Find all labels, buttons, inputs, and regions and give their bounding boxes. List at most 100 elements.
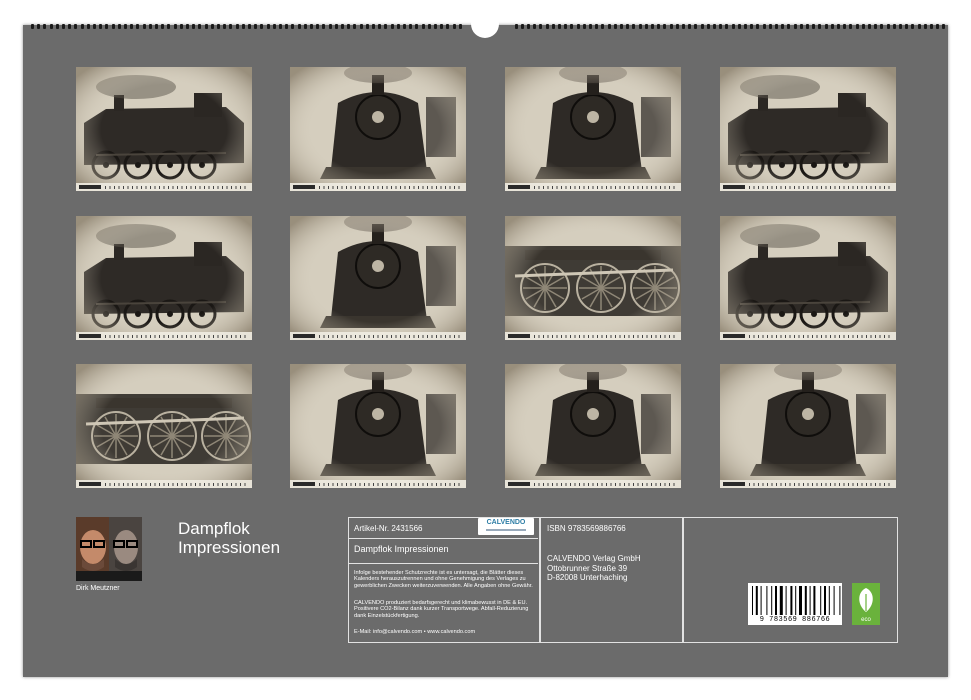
month-thumbnail (505, 364, 681, 488)
month-thumbnail (505, 216, 681, 340)
binding-ring (837, 24, 840, 29)
binding-ring (130, 24, 134, 29)
binding-ring (93, 24, 96, 29)
month-thumbnail (76, 67, 252, 191)
binding-ring (868, 24, 871, 29)
month-thumbnail (720, 67, 896, 191)
binding-ring (266, 24, 270, 29)
binding-ring (570, 24, 574, 29)
binding-ring (297, 24, 301, 29)
logo-text: CALVENDO (486, 519, 526, 526)
binding-ring (217, 24, 220, 29)
binding-ring (260, 24, 264, 29)
binding-ring (378, 24, 382, 29)
publisher-city: D-82008 Unterhaching (547, 573, 628, 582)
calendar-day-strip (76, 183, 252, 191)
binding-ring (750, 24, 754, 29)
binding-ring (582, 24, 586, 29)
month-thumbnail (720, 216, 896, 340)
day-grid (319, 185, 462, 189)
binding-ring (589, 24, 592, 29)
binding-ring (248, 24, 251, 29)
binding-ring (403, 24, 406, 29)
day-grid (749, 334, 892, 338)
calendar-day-strip (290, 332, 466, 340)
author-name: Dirk Meutzner (76, 585, 120, 592)
locomotive-illustration (720, 216, 896, 340)
binding-ring (644, 24, 648, 29)
binding-ring (396, 24, 400, 29)
binding-ring (229, 24, 233, 29)
binding-ring (731, 24, 735, 29)
binding-ring (880, 24, 884, 29)
locomotive-illustration (76, 216, 252, 340)
binding-ring (905, 24, 909, 29)
calendar-day-strip (290, 480, 466, 488)
binding-ring (700, 24, 704, 29)
binding-ring (49, 24, 53, 29)
binding-ring (390, 24, 394, 29)
binding-ring (632, 24, 636, 29)
binding-ring (917, 24, 921, 29)
binding-ring (539, 24, 543, 29)
month-thumbnail (290, 364, 466, 488)
month-thumbnail (290, 216, 466, 340)
locomotive-illustration (76, 67, 252, 191)
binding-ring (601, 24, 605, 29)
binding-ring (173, 24, 177, 29)
month-label-mark (508, 334, 530, 338)
binding-ring (303, 24, 307, 29)
binding-ring (310, 24, 313, 29)
binding-ring (527, 24, 530, 29)
binding-ring (167, 24, 171, 29)
calendar-day-strip (76, 480, 252, 488)
author-photo (76, 517, 142, 581)
month-thumbnail (720, 364, 896, 488)
binding-ring (855, 24, 859, 29)
day-grid (534, 185, 677, 189)
binding-ring (787, 24, 791, 29)
binding-ring (942, 24, 946, 29)
locomotive-illustration (505, 364, 681, 488)
month-label-mark (79, 482, 101, 486)
binding-ring (37, 24, 41, 29)
binding-ring (384, 24, 388, 29)
binding-ring (421, 24, 425, 29)
eco-badge: eco (852, 583, 880, 625)
binding-ring (111, 24, 115, 29)
locomotive-illustration (290, 364, 466, 488)
barcode-number: 9 783569 886766 (759, 616, 831, 624)
binding-ring (279, 24, 282, 29)
binding-ring (781, 24, 785, 29)
binding-ring (68, 24, 72, 29)
locomotive-illustration (290, 216, 466, 340)
binding-ring (409, 24, 413, 29)
binding-ring (316, 24, 320, 29)
binding-ring (725, 24, 729, 29)
binding-ring (849, 24, 853, 29)
binding-ring (669, 24, 673, 29)
month-thumbnail (290, 67, 466, 191)
binding-ring (843, 24, 847, 29)
binding-ring (799, 24, 803, 29)
binding-ring (713, 24, 716, 29)
month-label-mark (508, 185, 530, 189)
binding-ring (291, 24, 295, 29)
binding-ring (192, 24, 196, 29)
calendar-day-strip (290, 183, 466, 191)
binding-ring (675, 24, 679, 29)
binding-ring (434, 24, 437, 29)
binding-ring (874, 24, 878, 29)
binding-ring (607, 24, 611, 29)
binding-ring (86, 24, 90, 29)
binding-ring (74, 24, 78, 29)
binding-ring (43, 24, 47, 29)
month-label-mark (79, 185, 101, 189)
binding-ring (124, 24, 127, 29)
logo-underline (486, 529, 526, 531)
month-thumbnail (76, 216, 252, 340)
month-label-mark (293, 334, 315, 338)
binding-ring (223, 24, 227, 29)
binding-ring (613, 24, 617, 29)
calendar-day-strip (720, 332, 896, 340)
